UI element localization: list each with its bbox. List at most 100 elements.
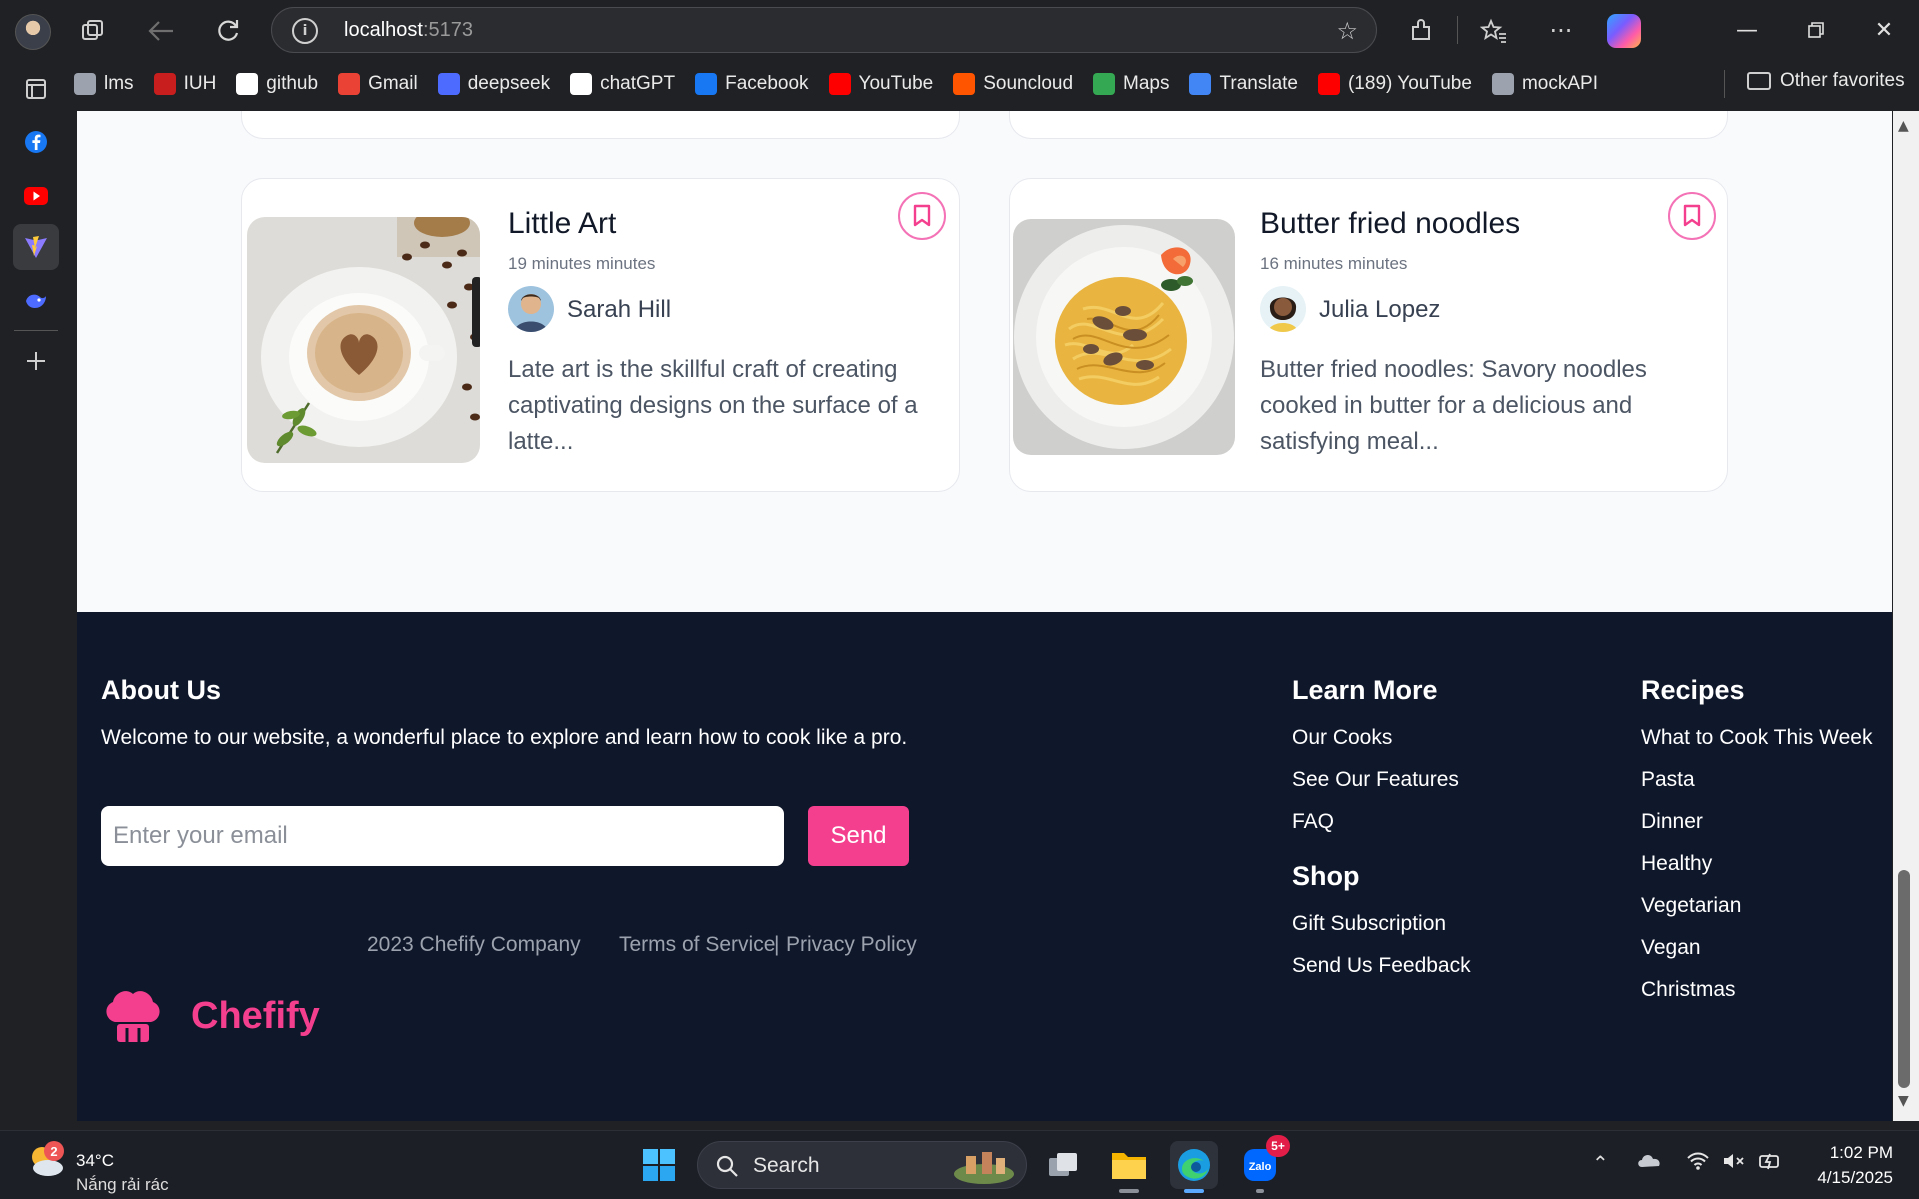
- add-sidebar-app-icon[interactable]: [16, 341, 56, 381]
- edge-browser-button[interactable]: [1170, 1141, 1218, 1193]
- bookmark-iuh[interactable]: IUH: [153, 73, 216, 95]
- zalo-button[interactable]: Zalo 5+: [1236, 1135, 1290, 1193]
- wifi-icon[interactable]: [1686, 1151, 1710, 1176]
- start-button[interactable]: [635, 1141, 683, 1189]
- github-icon: [236, 73, 259, 95]
- close-icon[interactable]: ✕: [1864, 12, 1904, 48]
- recipe-image-noodles[interactable]: [1013, 219, 1235, 455]
- footer-link-recipe[interactable]: Vegan: [1641, 936, 1701, 960]
- bookmark-chatgpt[interactable]: chatGPT: [570, 73, 675, 95]
- footer-link-recipe[interactable]: Dinner: [1641, 810, 1703, 834]
- send-button[interactable]: Send: [808, 806, 909, 866]
- footer-link-our-cooks[interactable]: Our Cooks: [1292, 726, 1392, 750]
- weather-temperature: 34°C: [76, 1151, 114, 1170]
- volume-muted-icon[interactable]: [1722, 1151, 1746, 1176]
- favorites-icon[interactable]: [1477, 14, 1511, 48]
- weather-badge: 2: [44, 1141, 64, 1161]
- bookmark-label: deepseek: [467, 73, 551, 94]
- iuh-icon: [153, 73, 176, 95]
- recipe-title[interactable]: Little Art: [508, 207, 616, 241]
- bookmark-youtube[interactable]: YouTube: [828, 73, 933, 95]
- weather-widget[interactable]: 2 34°C Nắng rải rác: [26, 1141, 169, 1194]
- copilot-icon[interactable]: [1607, 14, 1641, 48]
- bookmark-button[interactable]: [1668, 192, 1716, 240]
- footer-link-features[interactable]: See Our Features: [1292, 768, 1459, 792]
- other-favorites-button[interactable]: Other favorites: [1747, 70, 1905, 92]
- author-avatar: [508, 286, 554, 332]
- task-view-button[interactable]: [1040, 1141, 1088, 1189]
- refresh-icon[interactable]: [211, 14, 245, 48]
- svg-text:Zalo: Zalo: [1249, 1161, 1272, 1173]
- footer-link-recipe[interactable]: What to Cook This Week: [1641, 726, 1872, 750]
- chefify-logo[interactable]: Chefify: [101, 984, 320, 1048]
- brand-name: Chefify: [191, 994, 320, 1037]
- footer-link-faq[interactable]: FAQ: [1292, 810, 1334, 834]
- bookmarks-divider: [1724, 70, 1725, 98]
- bookmark-github[interactable]: github: [236, 73, 318, 95]
- back-arrow-icon[interactable]: [144, 14, 178, 48]
- footer-link-recipe[interactable]: Pasta: [1641, 768, 1695, 792]
- taskbar-search[interactable]: Search: [697, 1141, 1027, 1189]
- battery-charging-icon[interactable]: [1758, 1151, 1784, 1176]
- edge-sidebar: [0, 60, 72, 1130]
- deepseek-icon[interactable]: [16, 281, 56, 321]
- recipe-title[interactable]: Butter fried noodles: [1260, 207, 1520, 241]
- vite-app-icon[interactable]: [13, 224, 59, 270]
- recipe-card-partial: [241, 111, 960, 139]
- bookmark-label: Maps: [1123, 73, 1170, 94]
- browser-titlebar: i localhost:5173 ☆ ··· — ✕: [0, 0, 1919, 60]
- extensions-icon[interactable]: [1404, 14, 1438, 48]
- file-explorer-button[interactable]: [1105, 1141, 1153, 1193]
- address-bar[interactable]: i localhost:5173 ☆: [271, 7, 1377, 53]
- bookmark-facebook[interactable]: Facebook: [695, 73, 809, 95]
- folder-icon: [1747, 72, 1771, 90]
- onedrive-icon[interactable]: [1636, 1151, 1662, 1176]
- scrollbar-thumb[interactable]: [1898, 870, 1910, 1088]
- footer-link-feedback[interactable]: Send Us Feedback: [1292, 954, 1471, 978]
- email-input[interactable]: [101, 806, 784, 866]
- favorite-star-icon[interactable]: ☆: [1336, 17, 1358, 45]
- search-icon: [716, 1155, 738, 1177]
- notification-badge: 5+: [1266, 1135, 1290, 1157]
- facebook-icon[interactable]: [16, 122, 56, 162]
- bookmark-gmail[interactable]: Gmail: [338, 73, 418, 95]
- shop-heading: Shop: [1292, 861, 1360, 891]
- footer-link-recipe[interactable]: Healthy: [1641, 852, 1712, 876]
- recipe-image-latte-art[interactable]: [247, 217, 480, 463]
- recipe-card-partial: [1009, 111, 1728, 139]
- privacy-policy-link[interactable]: Privacy Policy: [786, 933, 917, 957]
- youtube-icon: [1317, 73, 1340, 95]
- bookmark-maps[interactable]: Maps: [1093, 73, 1169, 95]
- bookmark-deepseek[interactable]: deepseek: [437, 73, 551, 95]
- footer-link-recipe[interactable]: Christmas: [1641, 978, 1736, 1002]
- scroll-up-arrow-icon[interactable]: ▲: [1898, 118, 1909, 134]
- minimize-icon[interactable]: —: [1727, 12, 1767, 48]
- footer-link-gift-subscription[interactable]: Gift Subscription: [1292, 912, 1446, 936]
- sidebar-divider: [14, 330, 58, 331]
- site-footer: About Us Welcome to our website, a wonde…: [77, 612, 1892, 1121]
- recipe-card[interactable]: Little Art 19 minutes minutes Sarah Hill…: [241, 178, 960, 492]
- restore-icon[interactable]: [1796, 12, 1836, 48]
- profile-avatar[interactable]: [15, 14, 51, 50]
- bookmark-189-youtube[interactable]: (189) YouTube: [1317, 73, 1472, 95]
- bookmark-souncloud[interactable]: Souncloud: [953, 73, 1073, 95]
- site-info-icon[interactable]: i: [292, 18, 318, 44]
- tab-actions-icon[interactable]: [16, 69, 56, 109]
- recipes-heading: Recipes: [1641, 675, 1745, 705]
- workspaces-icon[interactable]: [76, 14, 110, 48]
- bookmark-button[interactable]: [898, 192, 946, 240]
- system-clock[interactable]: 1:02 PM 4/15/2025: [1817, 1140, 1893, 1190]
- bookmark-label: Gmail: [368, 73, 418, 94]
- bookmark-translate[interactable]: Translate: [1189, 73, 1298, 95]
- recipe-card[interactable]: Butter fried noodles 16 minutes minutes …: [1009, 178, 1728, 492]
- bookmark-lms[interactable]: lms: [74, 73, 134, 95]
- show-hidden-icons-chevron-icon[interactable]: ⌃: [1592, 1151, 1609, 1175]
- terms-of-service-link[interactable]: Terms of Service: [619, 933, 775, 957]
- scroll-down-arrow-icon[interactable]: ▼: [1898, 1093, 1909, 1109]
- url-text[interactable]: localhost:5173: [344, 19, 473, 42]
- more-menu-icon[interactable]: ···: [1544, 14, 1578, 48]
- bookmark-mockapi[interactable]: mockAPI: [1491, 73, 1598, 95]
- recipe-description: Late art is the skillful craft of creati…: [508, 356, 918, 455]
- youtube-icon[interactable]: [16, 176, 56, 216]
- footer-link-recipe[interactable]: Vegetarian: [1641, 894, 1741, 918]
